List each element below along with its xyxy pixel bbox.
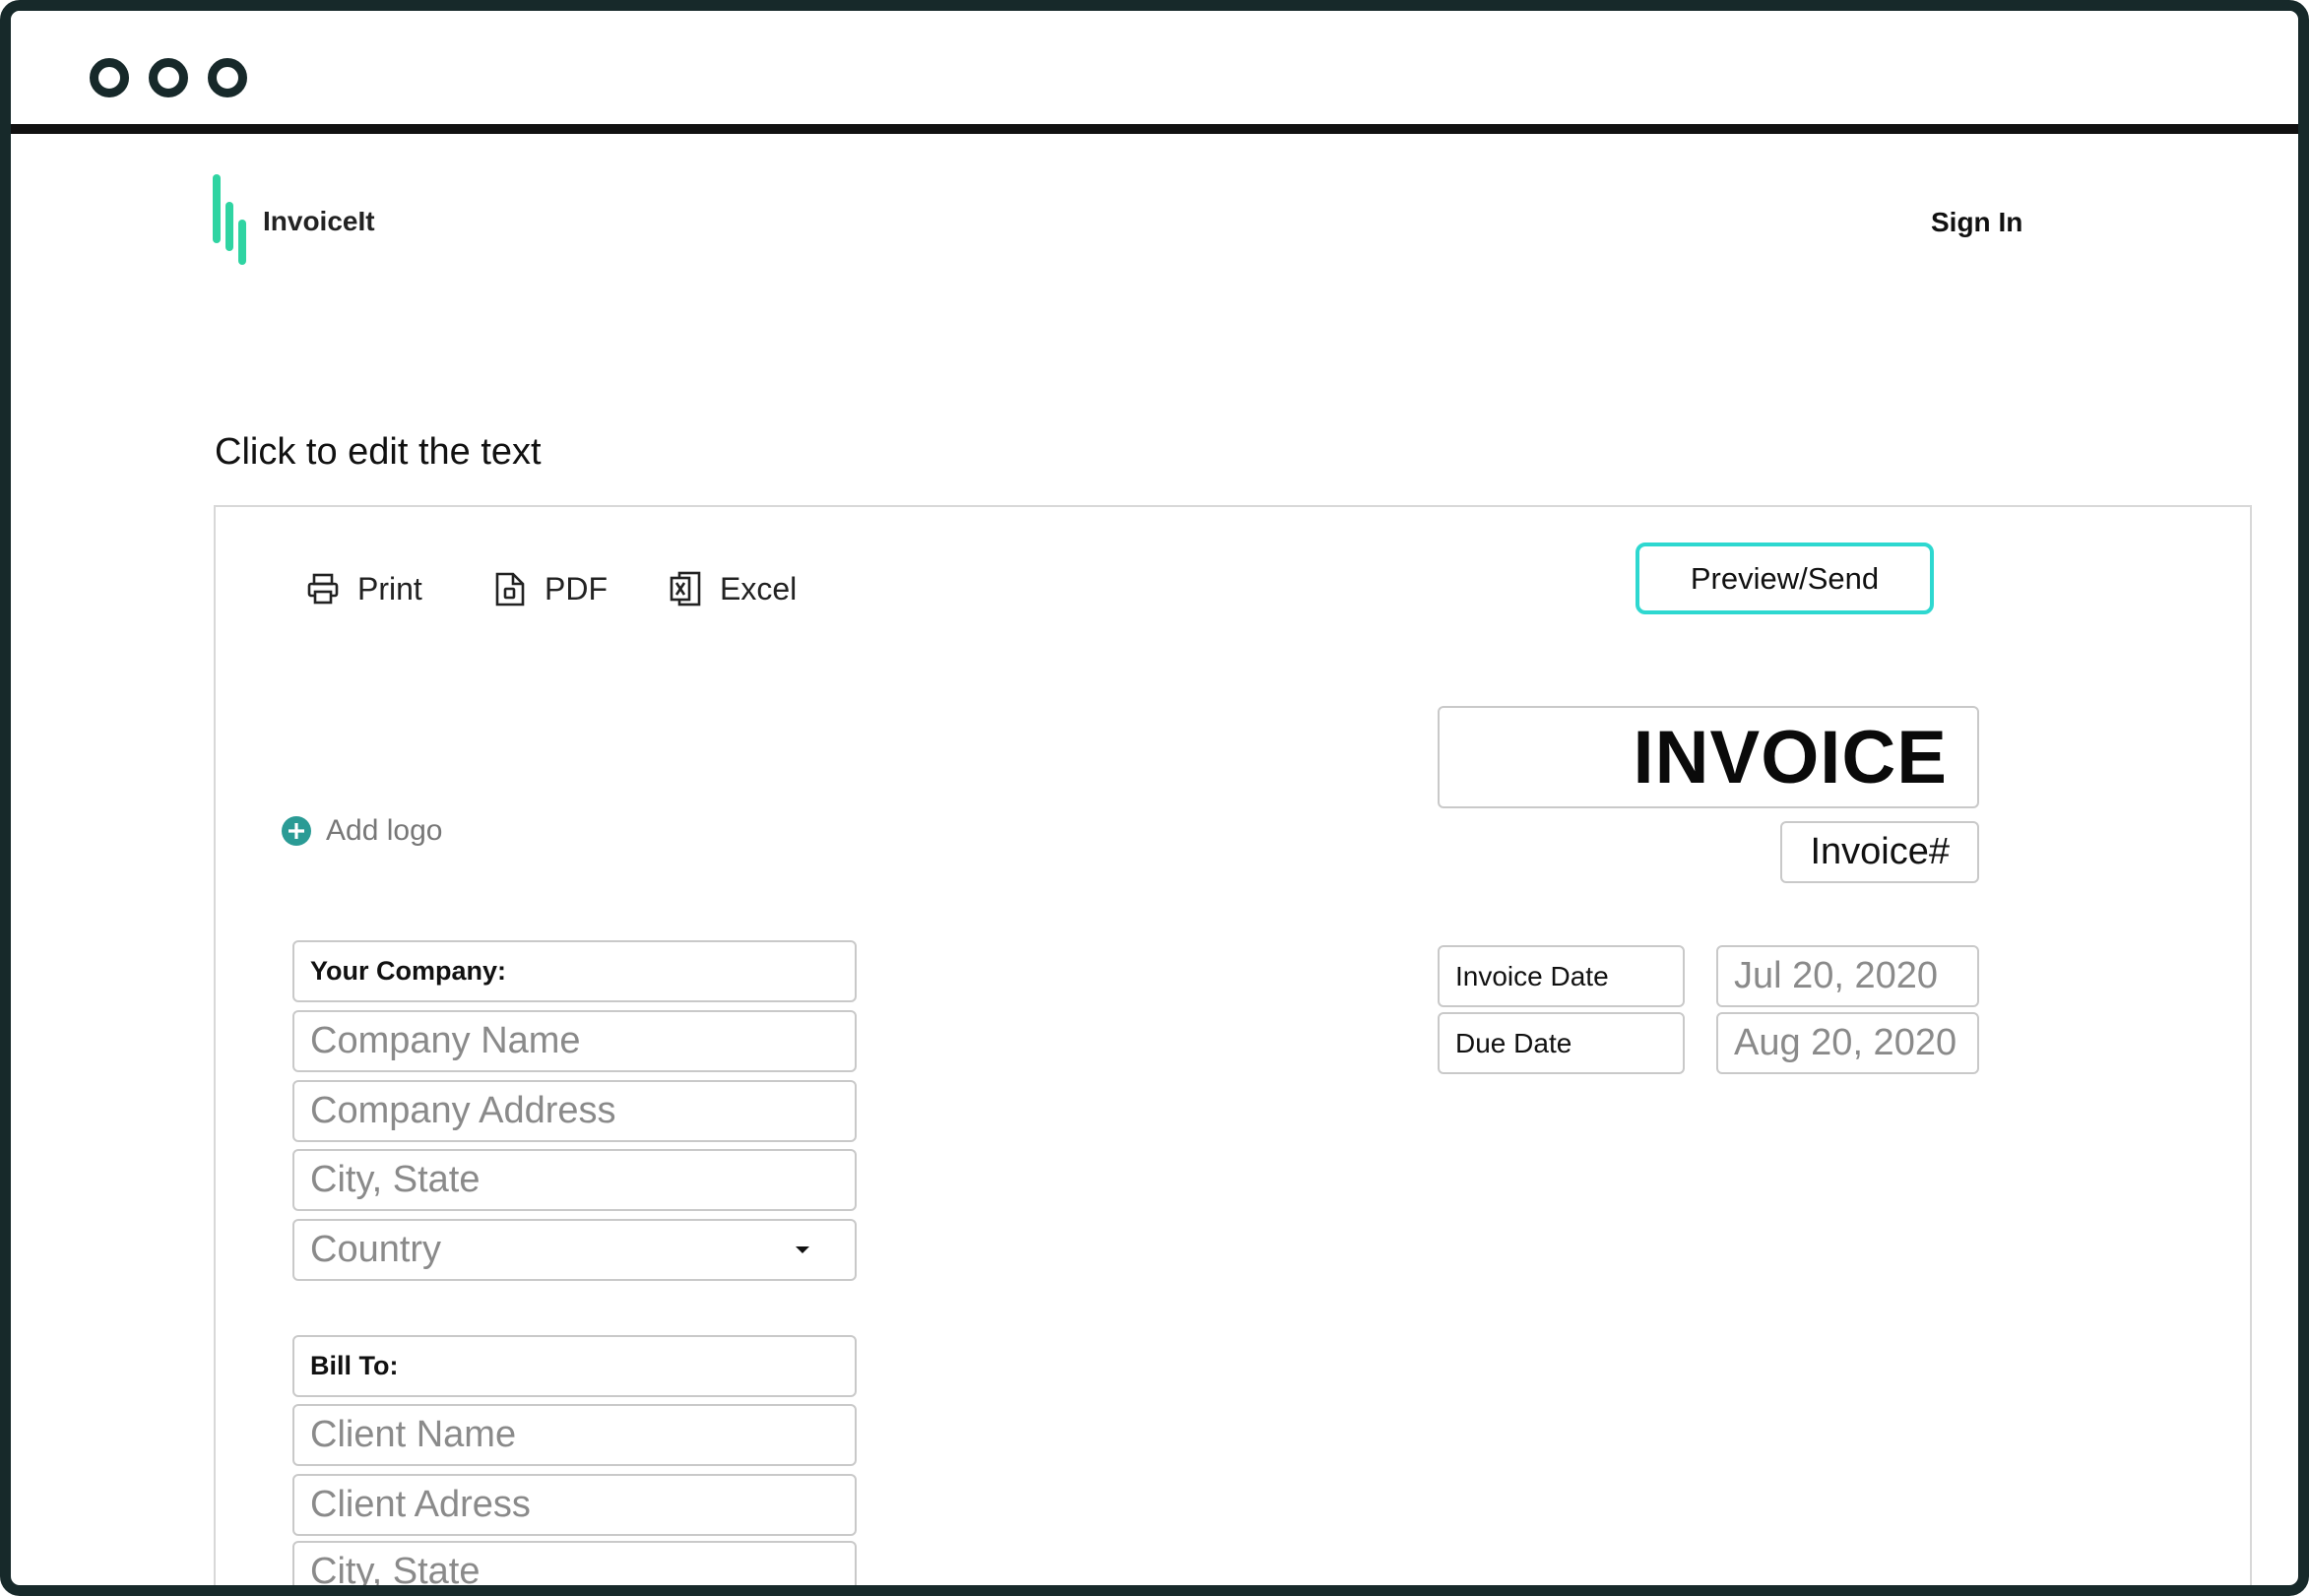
preview-send-button[interactable]: Preview/Send [1636, 543, 1934, 614]
client-address-field[interactable]: Client Adress [292, 1474, 857, 1536]
company-heading-field[interactable]: Your Company: [292, 940, 857, 1002]
browser-titlebar [11, 11, 2298, 134]
window-maximize-icon[interactable] [208, 58, 247, 97]
window-close-icon[interactable] [90, 58, 129, 97]
app-logo-icon [213, 174, 246, 265]
country-select[interactable]: Country [292, 1219, 857, 1281]
sign-in-link[interactable]: Sign In [1931, 207, 2022, 238]
invoice-title-field[interactable]: INVOICE [1438, 706, 1979, 808]
bill-to-heading-field[interactable]: Bill To: [292, 1335, 857, 1397]
add-logo-label: Add logo [326, 814, 443, 847]
pdf-file-icon [495, 572, 525, 606]
window-minimize-icon[interactable] [149, 58, 188, 97]
excel-button[interactable]: Excel [669, 567, 797, 610]
company-city-field[interactable]: City, State [292, 1149, 857, 1211]
app-name: InvoiceIt [263, 206, 375, 236]
due-date-label[interactable]: Due Date [1438, 1012, 1685, 1074]
due-date-field[interactable]: Aug 20, 2020 [1716, 1012, 1979, 1074]
country-select-value: Country [310, 1229, 442, 1270]
invoice-date-field[interactable]: Jul 20, 2020 [1716, 945, 1979, 1007]
client-name-field[interactable]: Client Name [292, 1404, 857, 1466]
plus-circle-icon [282, 816, 311, 846]
pdf-label: PDF [545, 570, 608, 606]
browser-window: InvoiceIt Sign In Click to edit the text… [0, 0, 2309, 1596]
add-logo-button[interactable]: Add logo [281, 814, 442, 848]
invoice-number-field[interactable]: Invoice# [1780, 821, 1979, 883]
edit-hint: Click to edit the text [215, 431, 542, 473]
pdf-button[interactable]: PDF [493, 567, 608, 610]
print-label: Print [357, 570, 422, 606]
invoice-date-label[interactable]: Invoice Date [1438, 945, 1685, 1007]
chevron-down-icon [796, 1246, 809, 1253]
printer-icon [307, 573, 339, 605]
company-name-field[interactable]: Company Name [292, 1010, 857, 1072]
excel-file-icon [670, 571, 701, 606]
client-city-field[interactable]: City, State [292, 1541, 857, 1585]
print-button[interactable]: Print [306, 567, 422, 610]
excel-label: Excel [720, 570, 798, 606]
company-address-field[interactable]: Company Address [292, 1080, 857, 1142]
